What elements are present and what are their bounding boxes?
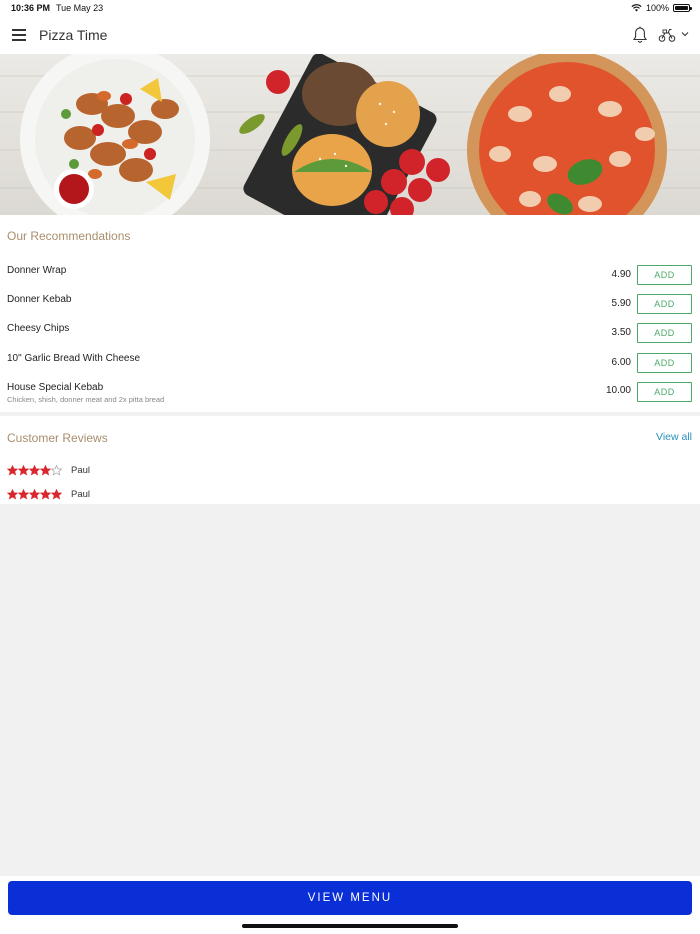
scooter-icon[interactable] (658, 27, 676, 43)
review-item: Paul (7, 463, 90, 477)
add-button[interactable]: ADD (637, 323, 692, 343)
review-item: Paul (7, 487, 90, 501)
item-name: Donner Wrap (7, 265, 67, 276)
reviews-section: Customer Reviews View all Paul Paul (0, 416, 700, 504)
item-price: 5.90 (611, 298, 631, 309)
add-button[interactable]: ADD (637, 382, 692, 402)
chevron-down-icon[interactable] (680, 29, 690, 39)
recommendations-title: Our Recommendations (7, 229, 131, 243)
wifi-icon (631, 4, 642, 12)
view-all-link[interactable]: View all (656, 431, 692, 443)
menu-item: 10" Garlic Bread With Cheese 6.00 ADD (0, 353, 700, 381)
star-filled-icon (29, 488, 40, 499)
star-filled-icon (40, 488, 51, 499)
item-price: 4.90 (611, 269, 631, 280)
home-indicator (242, 924, 458, 928)
item-price: 6.00 (611, 357, 631, 368)
menu-item: Donner Kebab 5.90 ADD (0, 294, 700, 322)
status-date: Tue May 23 (56, 3, 104, 13)
star-rating (7, 488, 62, 500)
page-title: Pizza Time (39, 27, 108, 43)
star-filled-icon (29, 464, 40, 475)
item-name: Cheesy Chips (7, 323, 70, 334)
star-filled-icon (7, 488, 18, 499)
item-name: Donner Kebab (7, 294, 72, 305)
view-menu-button[interactable]: VIEW MENU (8, 881, 692, 915)
item-name: 10" Garlic Bread With Cheese (7, 353, 141, 364)
star-empty-icon (51, 464, 62, 475)
add-button[interactable]: ADD (637, 353, 692, 373)
menu-item: Cheesy Chips 3.50 ADD (0, 323, 700, 351)
item-price: 3.50 (611, 327, 631, 338)
menu-item: House Special Kebab Chicken, shish, donn… (0, 382, 700, 410)
battery-icon (673, 4, 692, 12)
item-price: 10.00 (605, 385, 631, 396)
item-description: Chicken, shish, donner meat and 2x pitta… (7, 395, 165, 404)
bell-icon[interactable] (632, 26, 648, 44)
menu-icon[interactable] (12, 29, 26, 41)
star-filled-icon (51, 488, 62, 499)
star-filled-icon (7, 464, 18, 475)
hero-banner (0, 54, 700, 215)
star-filled-icon (40, 464, 51, 475)
star-rating (7, 464, 62, 476)
add-button[interactable]: ADD (637, 294, 692, 314)
star-filled-icon (18, 488, 29, 499)
menu-item: Donner Wrap 4.90 ADD (0, 265, 700, 293)
status-time: 10:36 PM (11, 3, 51, 13)
item-name: House Special Kebab (7, 382, 104, 393)
bottom-bar: VIEW MENU (0, 876, 700, 934)
reviewer-name: Paul (71, 464, 91, 476)
status-right: 100% (631, 3, 692, 13)
reviews-title: Customer Reviews (7, 431, 108, 445)
food-banner-image (0, 54, 700, 215)
app-header: Pizza Time (0, 16, 700, 54)
add-button[interactable]: ADD (637, 265, 692, 285)
reviewer-name: Paul (71, 488, 91, 500)
star-filled-icon (18, 464, 29, 475)
status-bar: 10:36 PM Tue May 23 100% (0, 0, 700, 16)
recommendations-section: Our Recommendations Donner Wrap 4.90 ADD… (0, 215, 700, 412)
battery-percent: 100% (645, 3, 669, 13)
